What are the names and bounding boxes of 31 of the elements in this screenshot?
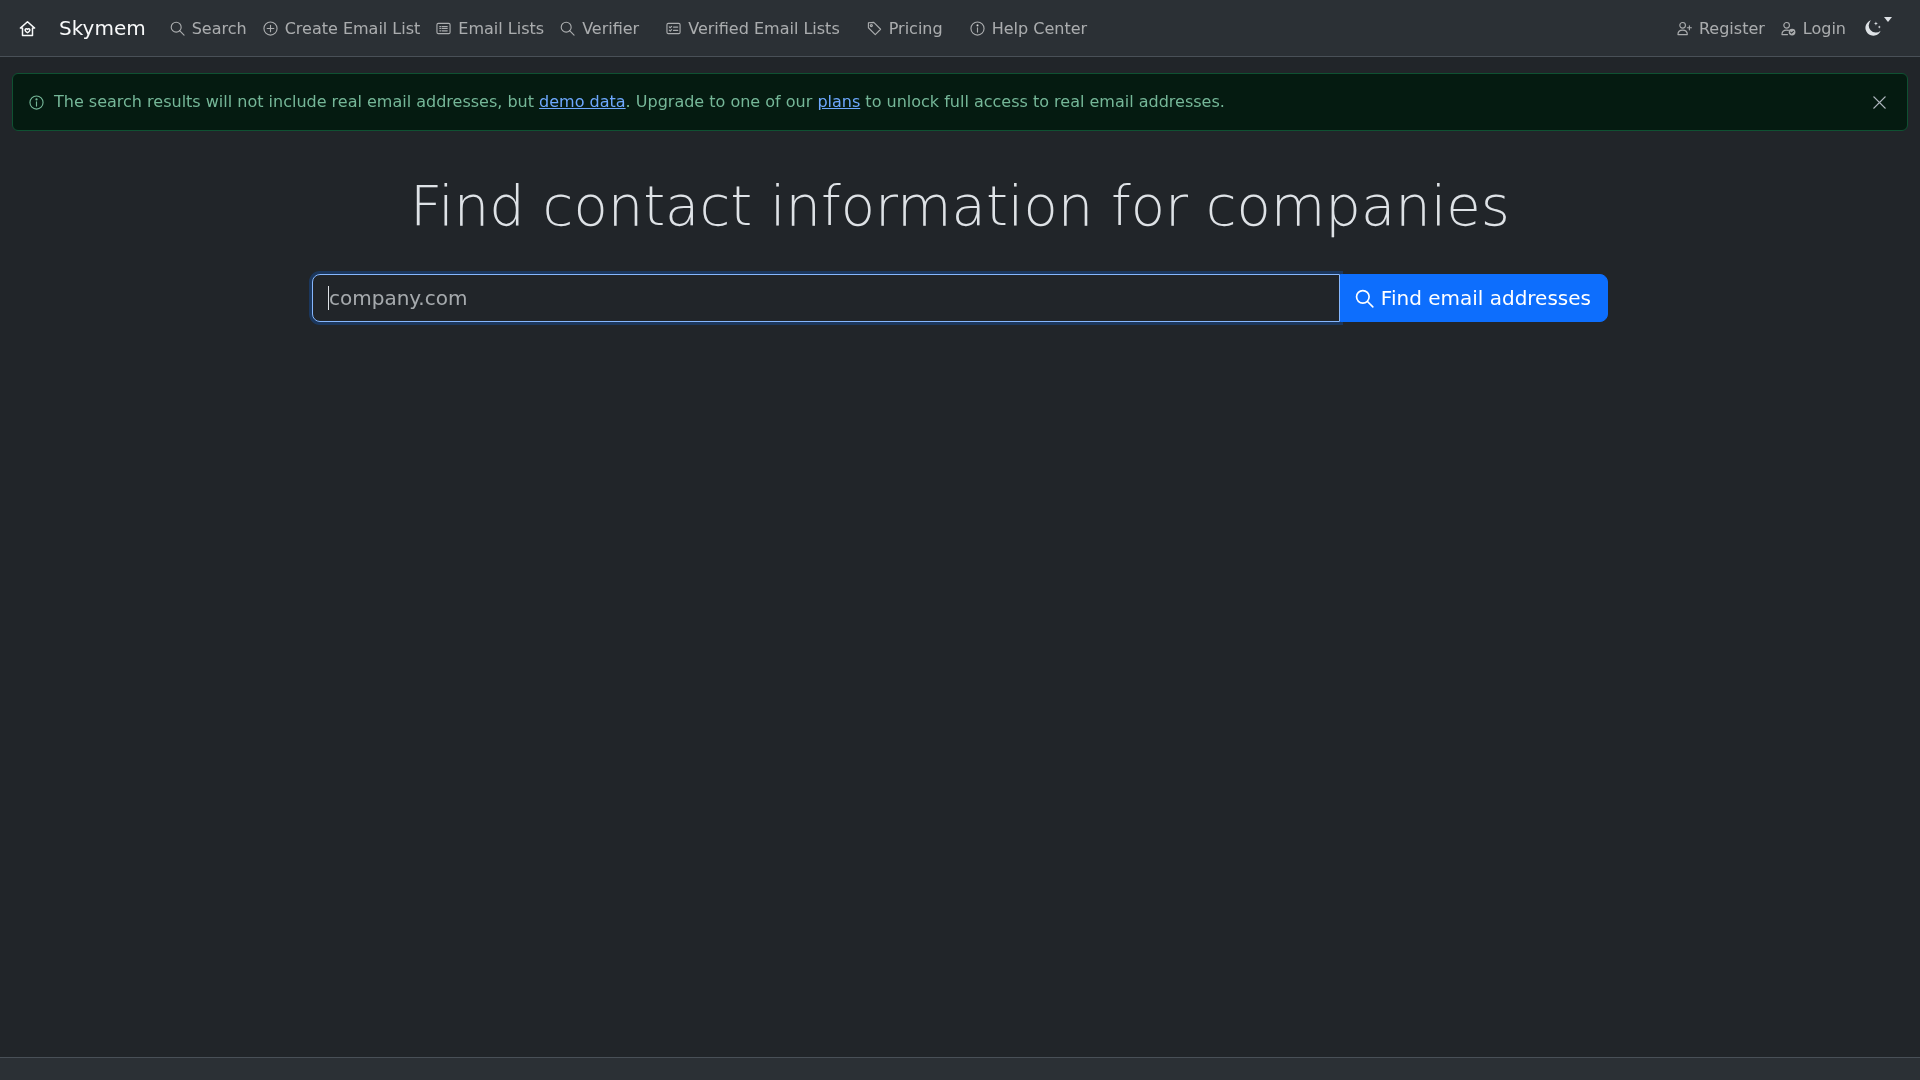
person-check-icon (1780, 20, 1796, 36)
checklist-card-icon (666, 20, 682, 36)
text-link[interactable]: plans (817, 92, 861, 111)
nav-link[interactable]: Create Email List (254, 10, 429, 46)
page-heading: Find contact information for companies (410, 172, 1510, 240)
info-icon (969, 20, 985, 36)
brand-link[interactable]: Skymem (19, 16, 146, 40)
plus-circle-icon (262, 20, 278, 36)
search-icon (169, 20, 185, 36)
nav-link[interactable]: Help Center (961, 10, 1096, 46)
close-icon (1872, 94, 1887, 110)
moon-stars-icon (1864, 19, 1882, 37)
nav-link[interactable]: Verified Email Lists (658, 10, 848, 46)
house-heart-icon (19, 19, 36, 37)
search-icon (560, 20, 576, 36)
nav-link[interactable]: Verifier (552, 10, 648, 46)
caret-icon (1884, 17, 1892, 22)
nav-link[interactable]: Email Lists (428, 10, 553, 46)
domain-input[interactable]: company.com (312, 274, 1340, 323)
nav-link[interactable]: Search (161, 10, 255, 46)
nav-link[interactable]: Register (1668, 10, 1773, 46)
find-email-button[interactable]: Find email addresses (1339, 274, 1608, 323)
nav-link[interactable]: Pricing (858, 10, 951, 46)
nav-link[interactable]: Login (1772, 10, 1854, 46)
alert-message: The search results will not include real email addresses, but demo data. Upgrade to one of our plans to unlock full access to real email addresses. (54, 91, 1226, 113)
list-card-icon (436, 20, 452, 36)
text-link[interactable]: demo data (539, 92, 626, 111)
tag-icon (866, 20, 882, 36)
search-icon (1354, 288, 1374, 308)
info-icon (29, 94, 44, 110)
person-add-icon (1676, 20, 1692, 36)
